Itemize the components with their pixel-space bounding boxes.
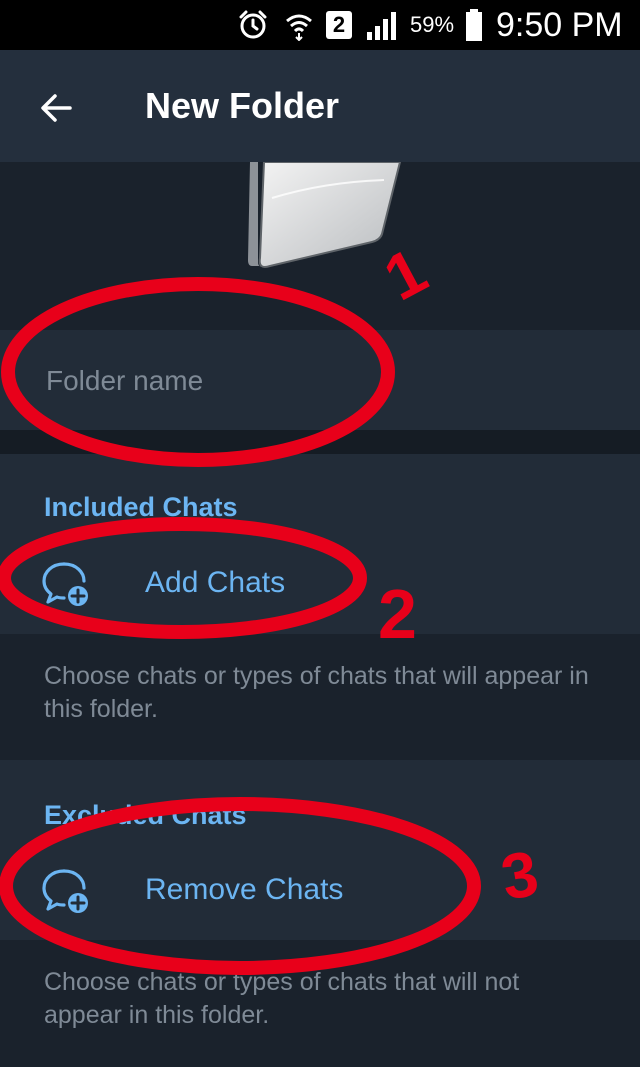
chat-add-icon	[42, 562, 88, 606]
sim-2-icon: 2	[326, 11, 352, 39]
back-button[interactable]	[28, 80, 84, 136]
page-title: New Folder	[145, 85, 340, 126]
excluded-chats-header: Excluded Chats	[44, 800, 247, 830]
battery-percentage: 59%	[410, 12, 455, 37]
folder-name-input[interactable]	[44, 356, 608, 406]
remove-chats-label: Remove Chats	[145, 873, 344, 906]
toolbar: New Folder	[0, 50, 640, 162]
alarm-icon	[236, 8, 270, 42]
folder-illustration-area	[0, 162, 640, 330]
chat-add-icon	[42, 869, 88, 913]
battery-icon	[464, 8, 484, 42]
folder-name-section	[0, 330, 640, 430]
clock: 9:50 PM	[496, 5, 623, 44]
add-chats-label: Add Chats	[145, 566, 286, 599]
excluded-hint-text: Choose chats or types of chats that will…	[44, 968, 520, 1029]
status-bar: 2 59% 9:50 PM	[0, 0, 640, 50]
arrow-left-icon[interactable]	[38, 90, 74, 126]
excluded-chats-hint: Choose chats or types of chats that will…	[0, 940, 640, 1067]
included-chats-header: Included Chats	[44, 492, 238, 522]
section-divider	[0, 430, 640, 454]
wifi-icon	[282, 8, 316, 42]
add-chats-button[interactable]: Add Chats	[0, 538, 640, 628]
included-chats-card: Included Chats Add Chats	[0, 454, 640, 634]
excluded-chats-card: Excluded Chats Remove Chats	[0, 760, 640, 940]
signal-icon	[364, 8, 400, 42]
remove-chats-button[interactable]: Remove Chats	[0, 845, 640, 935]
included-chats-hint: Choose chats or types of chats that will…	[0, 634, 640, 760]
folder-icon	[248, 162, 402, 268]
included-hint-text: Choose chats or types of chats that will…	[44, 662, 589, 723]
